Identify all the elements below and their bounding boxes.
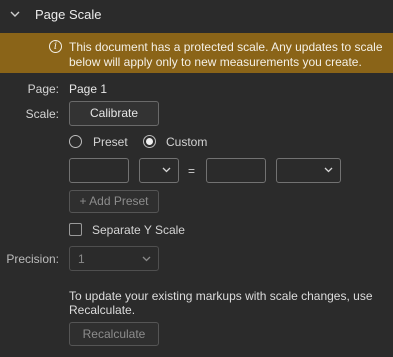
add-preset-button[interactable]: + Add Preset [69,190,159,213]
scale-right-value-input[interactable] [206,158,266,183]
chevron-down-icon[interactable] [9,8,21,20]
chevron-down-icon [324,167,333,173]
page-label: Page: [27,82,59,96]
precision-label: Precision: [6,252,59,266]
protected-scale-banner: i This document has a protected scale. A… [0,33,393,73]
section-title: Page Scale [35,7,102,22]
scale-label: Scale: [25,107,59,121]
page-value: Page 1 [69,82,108,96]
banner-text-line2: below will apply only to new measurement… [69,55,362,69]
precision-value: 1 [78,252,85,266]
equals-sign: = [188,164,196,178]
scale-left-value-input[interactable] [69,158,129,183]
scale-left-unit-select[interactable] [139,158,179,183]
chevron-down-icon [142,256,151,262]
custom-radio-label[interactable]: Custom [166,135,207,149]
chevron-down-icon [162,167,171,173]
section-header[interactable]: Page Scale [0,0,393,30]
recalculate-button[interactable]: Recalculate [69,322,159,346]
recalculate-note-line2: Recalculate. [69,303,136,317]
scale-right-unit-select[interactable] [276,158,341,183]
precision-select[interactable]: 1 [69,246,159,271]
separate-y-scale-checkbox[interactable] [69,223,82,236]
recalculate-note-line1: To update your existing markups with sca… [69,289,373,303]
info-icon: i [49,40,62,53]
calibrate-button[interactable]: Calibrate [69,101,159,126]
separate-y-scale-label[interactable]: Separate Y Scale [92,223,185,237]
banner-text-line1: This document has a protected scale. Any… [69,40,383,54]
preset-radio[interactable] [69,135,82,148]
preset-radio-label[interactable]: Preset [93,135,128,149]
custom-radio[interactable] [143,135,156,148]
